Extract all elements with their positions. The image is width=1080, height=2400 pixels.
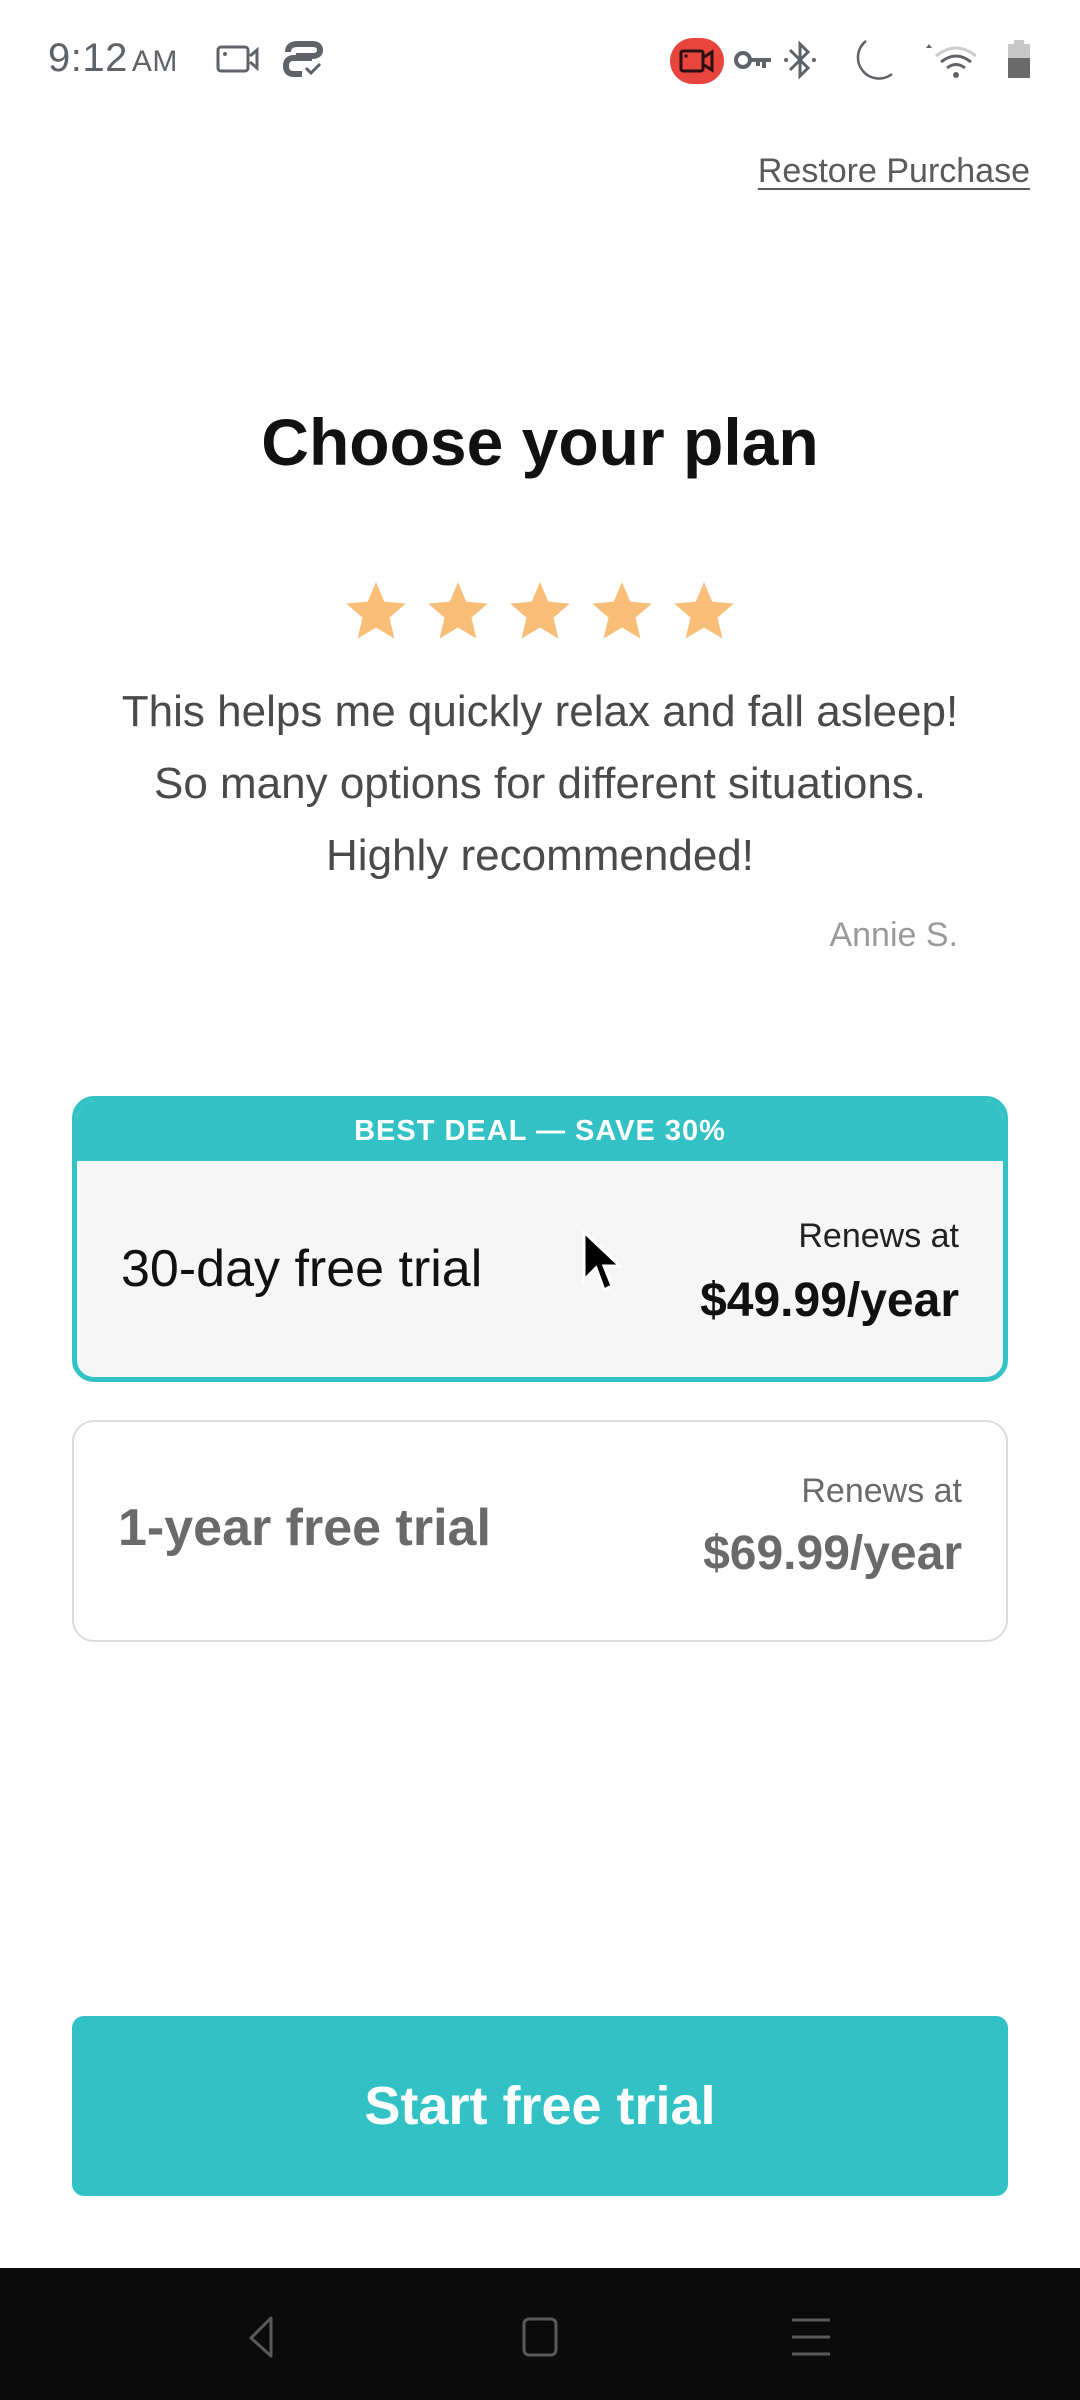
mouse-cursor-icon — [582, 1230, 624, 1293]
recording-indicator-icon — [670, 38, 724, 84]
plan-option-30-day[interactable]: BEST DEAL — SAVE 30% 30-day free trial R… — [72, 1096, 1008, 1382]
plan-body: 30-day free trial Renews at $49.99/year — [77, 1161, 1003, 1377]
star-icon — [428, 582, 488, 639]
star-icon — [510, 582, 570, 639]
clock-time: 9:12 — [48, 36, 128, 80]
plan-option-1-year[interactable]: 1-year free trial Renews at $69.99/year — [72, 1420, 1008, 1642]
restore-purchase-link[interactable]: Restore Purchase — [758, 152, 1030, 191]
plan-name: 30-day free trial — [121, 1240, 483, 1298]
renews-label: Renews at — [798, 1217, 959, 1255]
start-free-trial-button[interactable]: Start free trial — [72, 2016, 1008, 2196]
renews-label: Renews at — [801, 1472, 962, 1510]
sync-check-icon — [282, 41, 324, 77]
back-icon[interactable] — [241, 2312, 291, 2362]
recents-menu-icon[interactable] — [786, 2312, 836, 2362]
plan-name: 1-year free trial — [118, 1499, 491, 1557]
plan-price: $49.99/year — [700, 1274, 959, 1327]
star-icon — [674, 582, 734, 639]
home-icon[interactable] — [515, 2312, 565, 2362]
best-deal-banner: BEST DEAL — SAVE 30% — [77, 1101, 1003, 1161]
vpn-key-icon — [734, 51, 771, 69]
review-author: Annie S. — [829, 916, 958, 954]
star-icon — [346, 582, 406, 639]
status-bar: 9:12 AM — [0, 0, 1080, 120]
status-time: 9:12 AM — [48, 36, 178, 81]
review-text: This helps me quickly relax and fall asl… — [121, 687, 959, 880]
star-icon — [592, 582, 652, 639]
plan-price: $69.99/year — [703, 1527, 962, 1580]
wifi-icon — [926, 44, 976, 78]
page-title: Choose your plan — [261, 405, 819, 479]
bluetooth-icon — [784, 40, 816, 80]
do-not-disturb-icon — [856, 40, 893, 80]
screen-record-icon — [216, 45, 259, 73]
clock-ampm: AM — [131, 45, 178, 78]
system-nav-bar — [0, 2268, 1080, 2400]
battery-icon — [1008, 40, 1030, 78]
plan-body: 1-year free trial Renews at $69.99/year — [74, 1422, 1006, 1640]
rating-stars — [0, 578, 1080, 644]
